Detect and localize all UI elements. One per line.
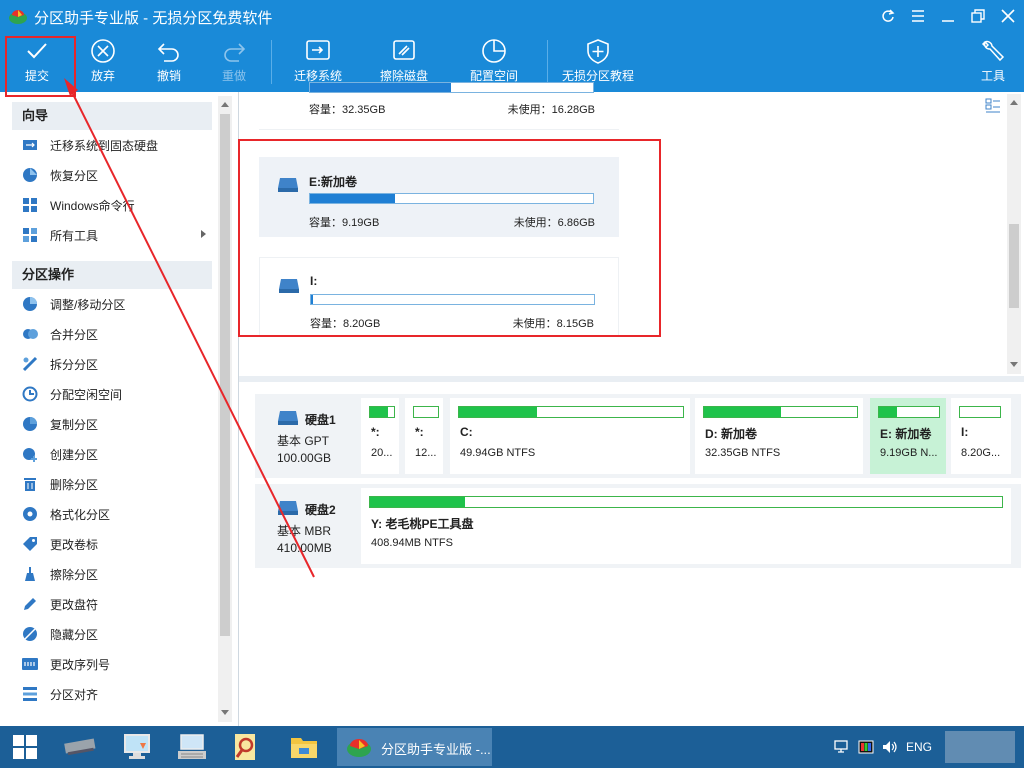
tray-language[interactable]: ENG xyxy=(902,729,936,765)
annotation-arrow xyxy=(64,78,315,578)
tray-clock-area[interactable] xyxy=(940,729,1020,765)
tray-volume-icon[interactable] xyxy=(879,729,901,765)
folder-icon xyxy=(291,738,317,758)
taskbar-app-keyboard[interactable] xyxy=(170,729,214,765)
taskbar-app-search[interactable] xyxy=(224,729,268,765)
start-button[interactable] xyxy=(8,729,42,765)
taskbar-app-partition-assistant[interactable]: 分区助手专业版 -... xyxy=(337,728,492,766)
tray-color-icon[interactable] xyxy=(855,729,877,765)
partition-assistant-icon xyxy=(345,736,373,761)
memory-chip-icon xyxy=(64,738,96,756)
taskbar-app-explorer[interactable] xyxy=(282,729,326,765)
taskbar: 分区助手专业版 -... ENG xyxy=(0,726,1024,768)
keyboard-monitor-icon xyxy=(178,734,206,759)
active-app-label: 分区助手专业版 -... xyxy=(381,742,491,757)
windows-start-icon xyxy=(13,735,37,759)
taskbar-app-memory[interactable] xyxy=(58,729,102,765)
tray-clock-blurred xyxy=(945,731,1015,763)
magnifier-icon xyxy=(235,734,255,760)
taskbar-app-computer[interactable] xyxy=(115,729,159,765)
computer-icon xyxy=(124,734,150,759)
tray-network-icon[interactable] xyxy=(830,729,852,765)
